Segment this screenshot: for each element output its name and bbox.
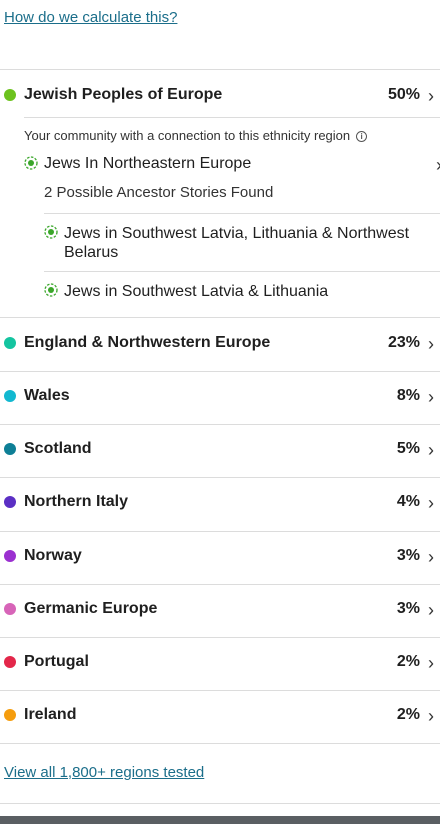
chevron-right-icon: › [428, 493, 434, 513]
region-name: Ireland [24, 706, 77, 723]
community-icon [44, 283, 58, 297]
divider [44, 271, 440, 272]
region-row[interactable]: Wales 8% › [0, 371, 440, 423]
region-percent: 3% [396, 547, 420, 564]
region-percent: 50% [387, 86, 420, 103]
region-name: Wales [24, 387, 70, 404]
chevron-right-icon: › [428, 653, 434, 673]
region-percent: 2% [396, 706, 420, 723]
view-all-regions-link[interactable]: View all 1,800+ regions tested [4, 764, 204, 781]
community-intro: Your community with a connection to this… [24, 128, 368, 143]
region-row[interactable]: Portugal 2% › [0, 637, 440, 689]
chevron-right-icon: › [428, 86, 434, 106]
info-icon[interactable]: i [356, 131, 368, 143]
region-percent: 23% [387, 334, 420, 351]
region-name: Northern Italy [24, 493, 129, 510]
community-title[interactable]: Jews In Northeastern Europe [44, 155, 251, 173]
region-color-dot [4, 89, 16, 101]
region-percent: 5% [396, 440, 420, 457]
region-color-dot [4, 443, 16, 455]
region-color-dot [4, 603, 16, 615]
region-row[interactable]: Norway 3% › [0, 531, 440, 583]
region-row-jewish-peoples[interactable]: Jewish Peoples of Europe 50% › [0, 70, 440, 122]
story-item[interactable]: Jews in Southwest Latvia, Lithuania & No… [64, 224, 434, 262]
region-row[interactable]: England & Northwestern Europe 23% › [0, 318, 440, 370]
community-intro-text: Your community with a connection to this… [24, 128, 351, 143]
story-item[interactable]: Jews in Southwest Latvia & Lithuania [64, 282, 434, 301]
divider [24, 117, 440, 118]
divider [0, 803, 440, 804]
divider [0, 743, 440, 744]
chevron-right-icon: › [428, 387, 434, 407]
community-icon [24, 156, 38, 170]
chevron-right-icon: › [428, 706, 434, 726]
region-color-dot [4, 550, 16, 562]
community-icon [44, 225, 58, 239]
region-color-dot [4, 496, 16, 508]
footer-bar [0, 816, 440, 824]
divider [44, 213, 440, 214]
chevron-right-icon: › [428, 600, 434, 620]
chevron-right-icon: › [428, 440, 434, 460]
region-color-dot [4, 709, 16, 721]
region-name: Norway [24, 547, 82, 564]
region-name: Jewish Peoples of Europe [24, 86, 223, 103]
region-row[interactable]: Scotland 5% › [0, 424, 440, 476]
region-name: Scotland [24, 440, 92, 457]
region-row[interactable]: Ireland 2% › [0, 690, 440, 742]
chevron-right-icon: › [428, 547, 434, 567]
region-color-dot [4, 390, 16, 402]
region-percent: 3% [396, 600, 420, 617]
how-calculate-link[interactable]: How do we calculate this? [4, 9, 177, 26]
stories-found: 2 Possible Ancestor Stories Found [44, 184, 274, 201]
chevron-right-icon[interactable]: › [436, 156, 440, 174]
chevron-right-icon: › [428, 334, 434, 354]
region-percent: 8% [396, 387, 420, 404]
region-name: Portugal [24, 653, 89, 670]
region-percent: 4% [396, 493, 420, 510]
region-name: England & Northwestern Europe [24, 334, 271, 351]
region-color-dot [4, 656, 16, 668]
region-color-dot [4, 337, 16, 349]
region-name: Germanic Europe [24, 600, 158, 617]
region-row[interactable]: Germanic Europe 3% › [0, 584, 440, 636]
region-row[interactable]: Northern Italy 4% › [0, 477, 440, 529]
region-percent: 2% [396, 653, 420, 670]
